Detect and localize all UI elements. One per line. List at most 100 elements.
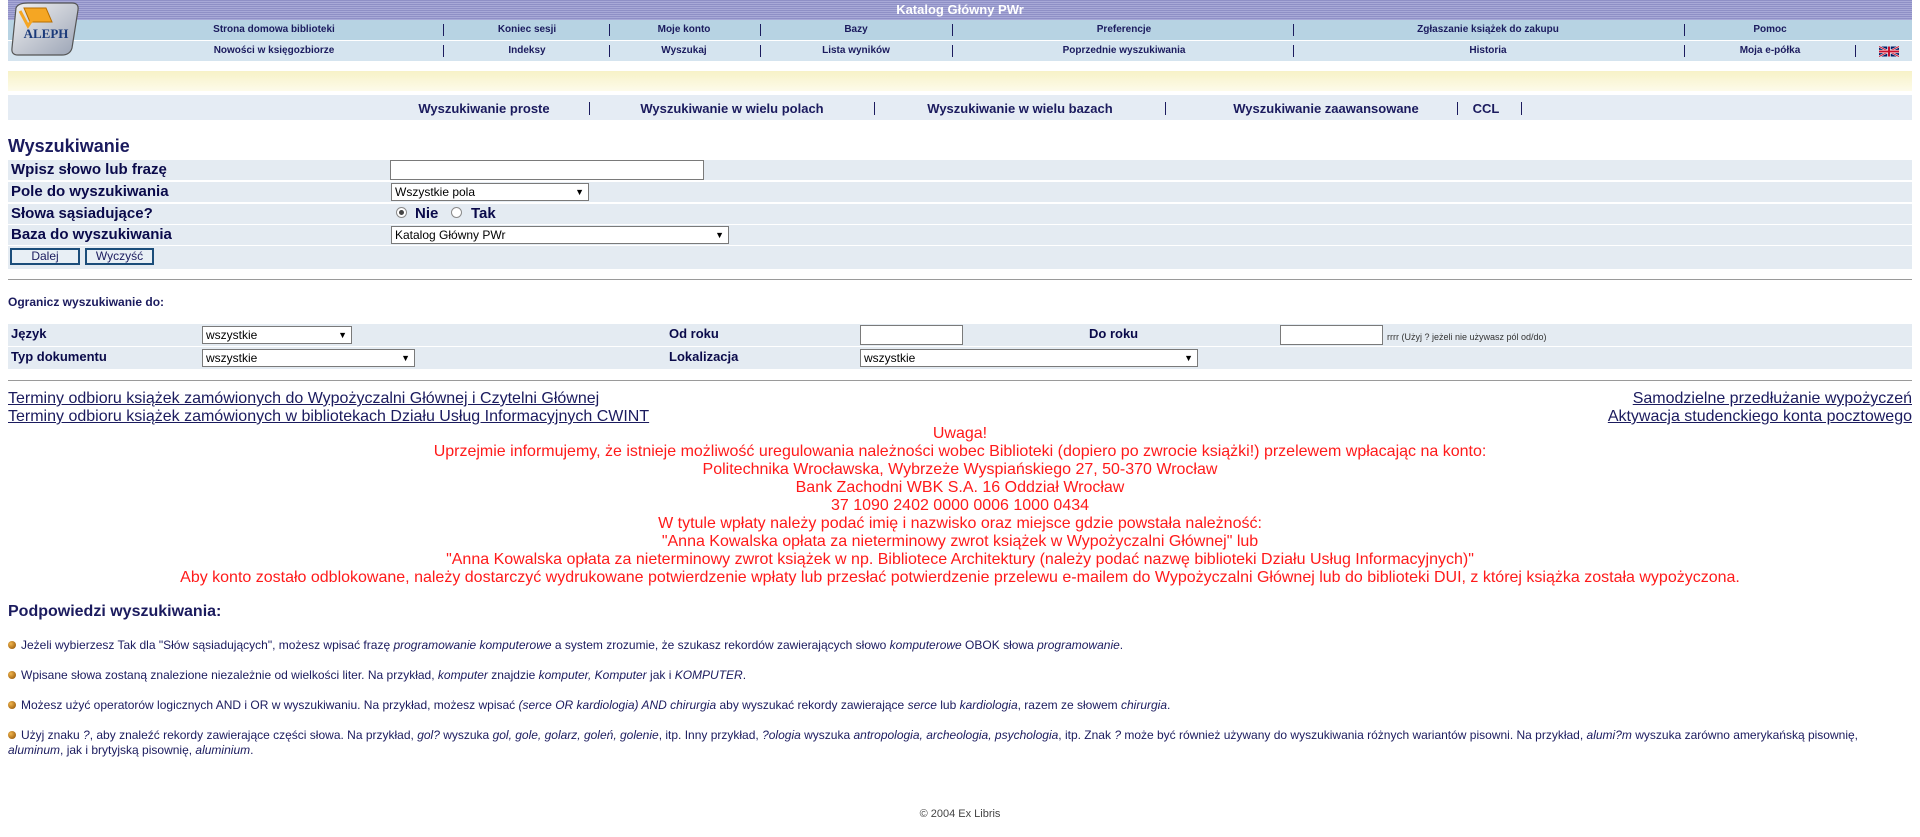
tab-separator [1521, 102, 1522, 115]
search-section-title: Wyszukiwanie [8, 136, 130, 156]
nav-e-shelf[interactable]: Moja e-półka [1740, 41, 1801, 61]
submit-button[interactable]: Dalej [10, 248, 80, 265]
nav-databases[interactable]: Bazy [844, 20, 867, 40]
tab-multi-base-search[interactable]: Wyszukiwanie w wielu bazach [927, 101, 1112, 116]
chevron-down-icon: ▼ [338, 330, 347, 340]
hint-example: gol, gole, golarz, goleń, golenie [492, 728, 659, 742]
tab-advanced-search[interactable]: Wyszukiwanie zaawansowane [1233, 101, 1418, 116]
hint-text: wyszuka zarówno amerykańską pisownię, [1631, 728, 1858, 742]
location-label: Lokalizacja [669, 349, 739, 364]
year-hint: rrrr (Użyj ? jeżeli nie używasz pól od/d… [1387, 332, 1547, 342]
hint-example: komputer, Komputer [538, 668, 647, 682]
tab-multi-field-search[interactable]: Wyszukiwanie w wielu polach [640, 101, 823, 116]
limit-row-2: Typ dokumentu wszystkie ▼ Lokalizacja ws… [8, 347, 1912, 369]
divider [8, 380, 1912, 381]
hint-text: Użyj znaku [21, 728, 84, 742]
hint-example: gol? [417, 728, 440, 742]
hint-text: może być również używany do wyszukiwania… [1121, 728, 1587, 742]
doctype-select[interactable]: wszystkie ▼ [202, 349, 415, 367]
nav-help[interactable]: Pomoc [1753, 20, 1786, 40]
hint-text: wyszuka [800, 728, 854, 742]
nav-history[interactable]: Historia [1469, 41, 1506, 61]
nav-previous-searches[interactable]: Poprzednie wyszukiwania [1063, 41, 1186, 61]
base-select[interactable]: Katalog Główny PWr ▼ [391, 226, 729, 244]
link-student-mail-activation[interactable]: Aktywacja studenckiego konta pocztowego [1608, 408, 1912, 426]
notice-heading: Uwaga! [932, 425, 988, 442]
link-self-renewal[interactable]: Samodzielne przedłużanie wypożyczeń [1633, 390, 1912, 408]
nav-new-items[interactable]: Nowości w księgozbiorze [214, 41, 335, 61]
hint-item: Użyj znaku ?, aby znaleźć rekordy zawier… [8, 728, 1888, 758]
chevron-down-icon: ▼ [401, 353, 410, 363]
nav-book-purchase[interactable]: Zgłaszanie książek do zakupu [1417, 20, 1559, 40]
adjacent-label: Słowa sąsiadujące? [11, 205, 153, 222]
notice-line: "Anna Kowalska opłata za nieterminowy zw… [446, 551, 1474, 568]
aleph-logo[interactable]: ALEPH [10, 2, 80, 56]
adjacent-yes-radio[interactable] [451, 207, 462, 218]
hint-item: Wpisane słowa zostaną znalezione niezale… [8, 668, 1888, 683]
bullet-icon [8, 671, 16, 679]
nav-separator [760, 45, 761, 57]
notice-line: Aby konto zostało odblokowane, należy do… [180, 569, 1740, 586]
nav-logout[interactable]: Koniec sesji [498, 20, 556, 40]
language-select[interactable]: wszystkie ▼ [202, 326, 352, 344]
search-tabs: Wyszukiwanie proste Wyszukiwanie w wielu… [8, 95, 1912, 120]
nav-separator [1684, 45, 1685, 57]
nav-indexes[interactable]: Indeksy [508, 41, 545, 61]
tab-ccl[interactable]: CCL [1473, 101, 1500, 116]
location-select[interactable]: wszystkie ▼ [860, 349, 1198, 367]
link-pickup-cwint[interactable]: Terminy odbioru książek zamówionych w bi… [8, 408, 649, 426]
nav-results-list[interactable]: Lista wyników [822, 41, 890, 61]
field-label: Pole do wyszukiwania [11, 183, 169, 200]
hint-text: . [1119, 638, 1124, 652]
nav-separator [1855, 45, 1856, 57]
field-row: Pole do wyszukiwania Wszystkie pola ▼ [8, 182, 1912, 202]
hint-example: alumi?m [1586, 728, 1632, 742]
chevron-down-icon: ▼ [575, 187, 584, 197]
hint-example: aluminium [195, 743, 251, 757]
nav-preferences[interactable]: Preferencje [1097, 20, 1151, 40]
uk-flag-icon[interactable] [1879, 45, 1899, 58]
nav-separator [952, 45, 953, 57]
nav-separator [1684, 24, 1685, 36]
year-to-input[interactable] [1280, 325, 1383, 345]
nav-separator [609, 24, 610, 36]
tab-separator [1165, 102, 1166, 115]
hint-text: aby wyszukać rekordy zawierające [716, 698, 908, 712]
chevron-down-icon: ▼ [715, 230, 724, 240]
hint-example: kardiologia [959, 698, 1018, 712]
nav-separator [1293, 24, 1294, 36]
year-from-input[interactable] [860, 325, 963, 345]
year-from-label: Od roku [669, 326, 719, 341]
adjacent-no-label: Nie [415, 205, 439, 222]
adjacent-no-radio[interactable] [396, 207, 407, 218]
hint-text: . [250, 743, 254, 757]
tab-simple-search[interactable]: Wyszukiwanie proste [418, 101, 549, 116]
hint-example: ? [83, 728, 90, 742]
language-label: Język [11, 326, 47, 341]
bullet-icon [8, 701, 16, 709]
hint-text: . [1167, 698, 1171, 712]
hint-example: chirurgia [1121, 698, 1168, 712]
notice-line: Bank Zachodni WBK S.A. 16 Oddział Wrocła… [795, 479, 1125, 496]
adjacent-row: Słowa sąsiadujące? Nie Tak [8, 204, 1912, 224]
hint-example: ? [1114, 728, 1121, 742]
clear-button[interactable]: Wyczyść [85, 248, 154, 265]
query-input[interactable] [390, 160, 704, 180]
bullet-icon [8, 641, 16, 649]
nav-row-secondary: Nowości w księgozbiorze Indeksy Wyszukaj… [8, 40, 1912, 61]
nav-separator [760, 24, 761, 36]
nav-my-account[interactable]: Moje konto [658, 20, 711, 40]
hint-text: , itp. Znak [1058, 728, 1115, 742]
link-pickup-main[interactable]: Terminy odbioru książek zamówionych do W… [8, 390, 599, 408]
year-to-label: Do roku [1089, 326, 1139, 341]
notice-line: Uprzejmie informujemy, że istnieje możli… [433, 443, 1487, 460]
hint-example: komputerowe [889, 638, 962, 652]
notice-account-number: 37 1090 2402 0000 0006 1000 0434 [830, 497, 1090, 514]
hint-example: aluminum [8, 743, 61, 757]
nav-search[interactable]: Wyszukaj [661, 41, 706, 61]
field-select[interactable]: Wszystkie pola ▼ [391, 183, 589, 201]
nav-library-home[interactable]: Strona domowa biblioteki [213, 20, 335, 40]
base-row: Baza do wyszukiwania Katalog Główny PWr … [8, 225, 1912, 245]
notice-line: "Anna Kowalska opłata za nieterminowy zw… [661, 533, 1259, 550]
base-select-value: Katalog Główny PWr [395, 228, 506, 242]
